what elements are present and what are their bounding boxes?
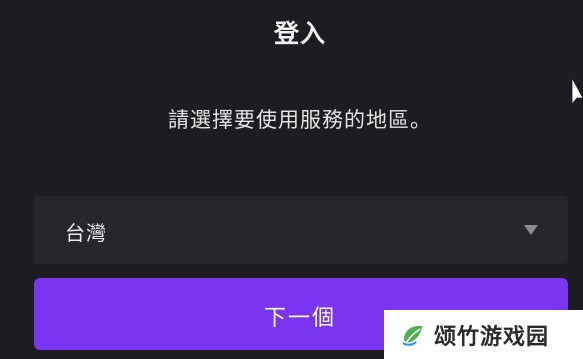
chevron-down-icon xyxy=(524,225,538,235)
region-select-value: 台灣 xyxy=(65,221,107,245)
watermark: 颂竹游戏园 xyxy=(384,310,583,359)
region-select[interactable]: 台灣 xyxy=(34,196,568,264)
mouse-pointer-icon xyxy=(572,78,583,105)
login-screen: 登入 請選擇要使用服務的地區。 台灣 下一個 颂竹游戏园 xyxy=(0,0,583,359)
page-title: 登入 xyxy=(273,19,326,48)
leaf-logo-icon xyxy=(402,325,422,346)
next-button-label: 下一個 xyxy=(264,306,337,331)
watermark-text: 颂竹游戏园 xyxy=(434,324,550,350)
region-prompt: 請選擇要使用服務的地區。 xyxy=(168,108,432,132)
